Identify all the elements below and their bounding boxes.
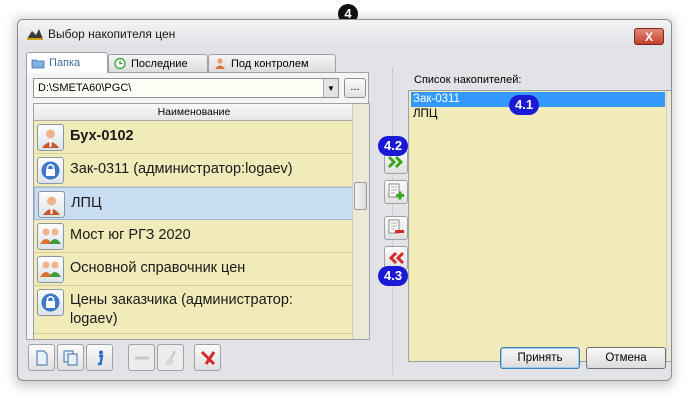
list-item-label: Бух-0102 <box>70 128 134 144</box>
title-bar: Выбор накопителя цен X <box>18 20 671 47</box>
callout-badge-4-3: 4.3 <box>378 266 409 286</box>
tab-folder[interactable]: Папка <box>26 52 108 73</box>
new-document-button[interactable] <box>28 344 55 371</box>
recent-icon <box>114 57 126 70</box>
delete-button[interactable] <box>194 344 221 371</box>
remove-selected-button[interactable] <box>384 216 408 240</box>
user-control-icon <box>215 58 225 69</box>
tab-under-control[interactable]: Под контролем <box>208 54 336 72</box>
path-combobox[interactable]: D:\SMETA60\PGC\ ▼ <box>33 78 339 98</box>
document-remove-icon <box>388 219 404 234</box>
list-item-label: Зак-0311 (администратор:logaev) <box>70 161 293 177</box>
cancel-button[interactable]: Отмена <box>586 347 666 369</box>
user-icon <box>37 124 64 151</box>
info-button[interactable] <box>86 344 113 371</box>
document-add-icon <box>388 183 404 200</box>
lock-icon <box>37 157 64 184</box>
scroll-up-icon[interactable]: ▲ <box>670 93 671 102</box>
right-list-scrollbar[interactable]: ▲ ▼ <box>666 91 671 361</box>
list-item-label: Мост юг РГЗ 2020 <box>70 227 191 243</box>
path-value: D:\SMETA60\PGC\ <box>38 82 132 94</box>
add-selected-button[interactable] <box>384 180 408 204</box>
list-item-label: ЛПЦ <box>71 195 102 211</box>
accept-button[interactable]: Принять <box>500 347 580 369</box>
minus-icon <box>134 356 149 359</box>
broom-icon <box>164 350 176 366</box>
app-icon <box>27 29 43 40</box>
scrollbar-thumb[interactable] <box>354 182 367 210</box>
tab-folder-label: Папка <box>49 57 81 69</box>
document-icon <box>36 350 47 365</box>
list-item[interactable]: Основной справочник цен <box>34 253 354 286</box>
group-icon <box>37 256 64 283</box>
browse-button[interactable]: ... <box>344 78 366 98</box>
list-item-label-line1: Цены заказчика (администратор: <box>70 292 293 308</box>
group-icon <box>37 223 64 250</box>
info-icon <box>97 350 103 365</box>
storage-list-label: Список накопителей: <box>414 74 522 86</box>
storage-list: Наименование Бух-0102 Зак-0311 (админист… <box>33 103 370 340</box>
folder-icon <box>31 59 45 68</box>
delete-icon <box>200 350 215 365</box>
clean-button[interactable] <box>157 344 184 371</box>
close-button[interactable]: X <box>634 28 664 45</box>
double-chevron-right-icon <box>387 155 404 169</box>
tab-under-control-label: Под контролем <box>231 57 309 70</box>
tab-recent[interactable]: Последние <box>108 54 208 72</box>
scroll-down-icon[interactable]: ▼ <box>670 350 671 359</box>
tab-recent-label: Последние <box>131 57 188 70</box>
combo-dropdown-button[interactable]: ▼ <box>323 79 338 97</box>
window-title: Выбор накопителя цен <box>48 27 176 41</box>
chevron-down-icon: ▼ <box>327 83 335 93</box>
list-item-label: Основной справочник цен <box>70 260 246 276</box>
list-item-label: Цены заказчика (администратор: logaev) <box>70 291 293 329</box>
lock-icon <box>37 289 64 316</box>
callout-badge-4-2: 4.2 <box>378 136 409 156</box>
selected-storage-list: Зак-0311 ЛПЦ ▲ ▼ <box>408 90 671 362</box>
list-item[interactable]: Цены заказчика (администратор: logaev) <box>34 286 354 334</box>
user-icon <box>38 191 65 218</box>
list-item[interactable]: Мост юг РГЗ 2020 <box>34 220 354 253</box>
dialog-window: Выбор накопителя цен X Папка Последние П… <box>17 19 672 381</box>
list-scrollbar[interactable] <box>352 104 369 339</box>
list-item-label-line2: logaev) <box>70 311 118 327</box>
double-chevron-left-icon <box>388 251 405 265</box>
list-item[interactable]: Бух-0102 <box>34 121 354 154</box>
list-item-selected[interactable]: ЛПЦ <box>34 187 354 220</box>
copy-button[interactable] <box>57 344 84 371</box>
folder-panel: D:\SMETA60\PGC\ ▼ ... Наименование Бух-0… <box>26 72 370 340</box>
column-header-name[interactable]: Наименование <box>34 104 354 121</box>
copy-icon <box>63 350 77 365</box>
callout-badge-4-1: 4.1 <box>509 95 540 115</box>
close-icon: X <box>644 29 653 44</box>
remove-button[interactable] <box>128 344 155 371</box>
list-item[interactable]: Зак-0311 (администратор:logaev) <box>34 154 354 187</box>
